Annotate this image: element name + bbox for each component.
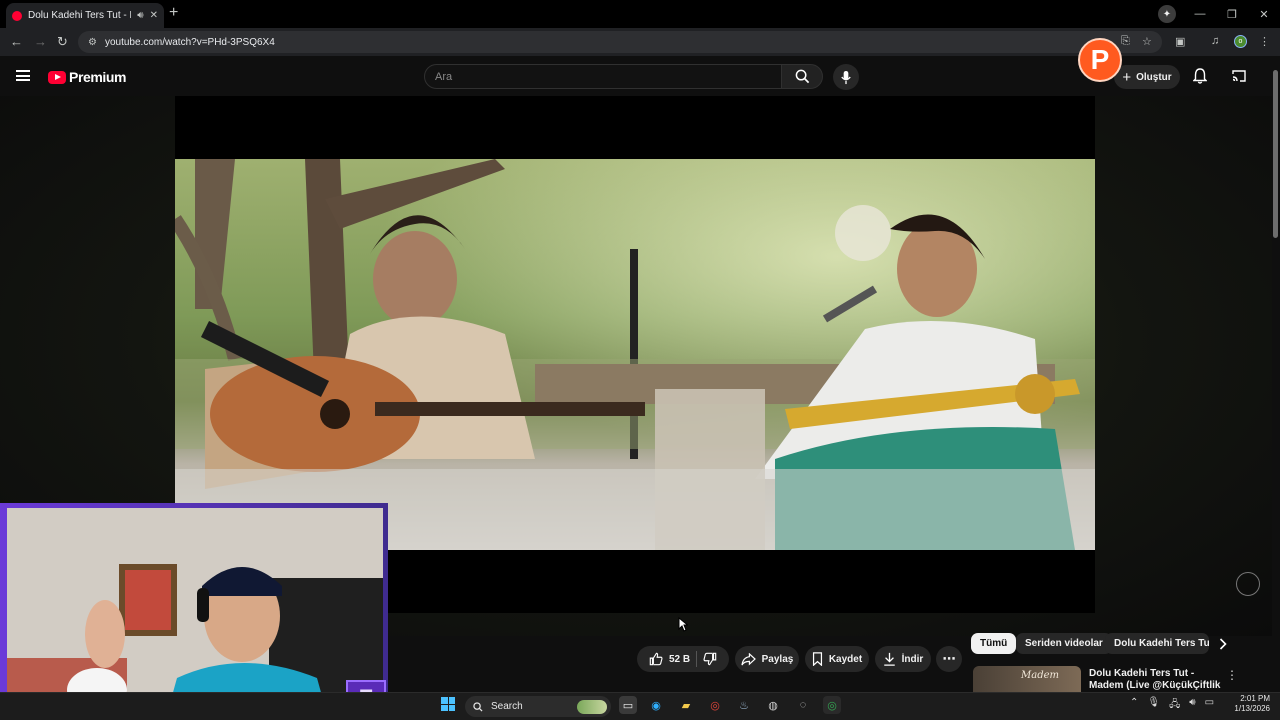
video-scene-image bbox=[175, 159, 1095, 550]
thumbs-up-icon bbox=[649, 652, 663, 666]
restore-icon[interactable]: ❐ bbox=[1216, 8, 1248, 21]
logo-text: Premium bbox=[69, 69, 127, 85]
save-label: Kaydet bbox=[828, 653, 863, 665]
thumbnail-caption: Madem bbox=[1021, 670, 1060, 681]
download-button[interactable]: İndir bbox=[875, 646, 931, 672]
tab-title: Dolu Kadehi Ters Tut - Dilen bbox=[28, 10, 131, 21]
related-video-title[interactable]: Dolu Kadehi Ters Tut - Madem (Live @Küçü… bbox=[1089, 668, 1221, 692]
taskbar-search-icon bbox=[473, 701, 483, 712]
like-count: 52 B bbox=[668, 653, 691, 665]
search-button[interactable] bbox=[781, 64, 823, 89]
more-horizontal-icon: ⋯ bbox=[942, 651, 956, 666]
forward-icon[interactable]: → bbox=[34, 34, 47, 49]
menu-kebab-icon[interactable]: ⋮ bbox=[1259, 35, 1270, 48]
volume-icon[interactable]: 🔊︎ bbox=[1189, 697, 1195, 714]
thumbs-down-icon[interactable] bbox=[703, 652, 717, 666]
chrome-active-icon[interactable]: ◎ bbox=[823, 696, 841, 714]
media-controls-icon[interactable]: ♫ bbox=[1211, 35, 1219, 47]
plus-icon: + bbox=[1122, 68, 1132, 86]
close-window-icon[interactable]: ✕ bbox=[1248, 8, 1280, 21]
minimize-icon[interactable]: — bbox=[1184, 8, 1216, 20]
voice-search-button[interactable] bbox=[833, 64, 859, 90]
search-highlight-image bbox=[577, 699, 607, 714]
mic-tray-icon[interactable]: 🎙︎ bbox=[1147, 697, 1160, 714]
browser-tab[interactable]: Dolu Kadehi Ters Tut - Dilen 🔊︎ ✕ bbox=[6, 3, 164, 28]
clock-time: 2:01 PM bbox=[1240, 694, 1270, 703]
save-button[interactable]: Kaydet bbox=[805, 646, 869, 672]
edge-icon[interactable]: ◉ bbox=[647, 696, 665, 714]
share-label: Paylaş bbox=[761, 653, 794, 665]
chrome-icon[interactable]: ◎ bbox=[706, 696, 724, 714]
taskbar-search-box[interactable]: Search bbox=[465, 696, 611, 717]
cast-icon[interactable] bbox=[1231, 69, 1247, 83]
scrollbar-thumb[interactable] bbox=[1273, 70, 1278, 238]
youtube-logo[interactable]: Premium bbox=[48, 69, 127, 85]
download-icon bbox=[883, 652, 895, 666]
install-app-icon[interactable]: ⎘ bbox=[1121, 35, 1130, 48]
network-icon[interactable]: 🖧︎ bbox=[1169, 697, 1180, 714]
side-panel-icon[interactable]: ▣ bbox=[1175, 35, 1185, 48]
related-video-menu-icon[interactable]: ⋮ bbox=[1226, 668, 1238, 682]
browser-tab-strip: Dolu Kadehi Ters Tut - Dilen 🔊︎ ✕ + ✦ — … bbox=[0, 0, 1280, 28]
create-button[interactable]: + Oluştur bbox=[1114, 65, 1180, 89]
mouse-cursor-icon bbox=[678, 617, 688, 632]
task-view-icon[interactable]: ▭ bbox=[619, 696, 637, 714]
clock-date: 1/13/2026 bbox=[1234, 704, 1270, 713]
speaker-icon[interactable]: 🔊︎ bbox=[137, 10, 143, 21]
microphone-icon bbox=[841, 70, 851, 84]
site-settings-icon[interactable]: ⚙ bbox=[88, 37, 97, 48]
chip-series[interactable]: Seriden videolar bbox=[1016, 633, 1112, 654]
search-placeholder: Ara bbox=[435, 70, 453, 83]
system-tray: ⌃ 🎙︎ 🖧︎ 🔊︎ ▭ bbox=[1130, 697, 1214, 714]
create-label: Oluştur bbox=[1136, 71, 1172, 83]
share-button[interactable]: Paylaş bbox=[735, 646, 799, 672]
chevron-right-icon bbox=[1219, 637, 1227, 650]
taskbar-clock[interactable]: 2:01 PM 1/13/2026 bbox=[1224, 694, 1270, 714]
more-actions-button[interactable]: ⋯ bbox=[936, 646, 962, 672]
like-button[interactable]: 52 B bbox=[649, 652, 690, 666]
tray-chevron-icon[interactable]: ⌃ bbox=[1130, 697, 1138, 714]
guide-menu-icon[interactable] bbox=[16, 70, 30, 81]
windows-taskbar bbox=[0, 692, 1280, 720]
chip-artist[interactable]: Dolu Kadehi Ters Tut bbox=[1105, 633, 1209, 654]
notifications-bell-icon[interactable] bbox=[1193, 68, 1207, 84]
bookmark-icon bbox=[812, 652, 822, 666]
windows-start-icon[interactable] bbox=[441, 697, 455, 711]
search-input[interactable]: Ara bbox=[424, 64, 782, 89]
close-tab-icon[interactable]: ✕ bbox=[150, 10, 158, 21]
chips-next-button[interactable] bbox=[1212, 633, 1234, 654]
like-divider bbox=[696, 651, 698, 667]
bookmark-star-icon[interactable]: ☆ bbox=[1142, 35, 1152, 48]
youtube-favicon-icon bbox=[12, 10, 22, 21]
like-dislike-group: 52 B bbox=[637, 646, 729, 672]
taskbar-search-label: Search bbox=[491, 701, 523, 712]
sparkle-icon[interactable]: ✦ bbox=[1158, 5, 1176, 23]
presenter-logo: P bbox=[1078, 38, 1122, 82]
obs-icon[interactable]: ◍ bbox=[764, 696, 782, 714]
profile-avatar[interactable]: o bbox=[1234, 35, 1247, 48]
file-explorer-icon[interactable]: ▰ bbox=[677, 696, 695, 714]
new-tab-button[interactable]: + bbox=[169, 4, 178, 22]
battery-icon[interactable]: ▭ bbox=[1205, 697, 1214, 714]
search-icon bbox=[795, 69, 809, 84]
youtube-play-icon bbox=[48, 70, 66, 84]
address-bar[interactable]: ⚙ youtube.com/watch?v=PHd-3PSQ6X4 bbox=[78, 31, 1162, 53]
window-controls: — ❐ ✕ bbox=[1184, 0, 1280, 28]
overlay-emblem-icon bbox=[1236, 572, 1260, 596]
webcam-feed bbox=[7, 508, 383, 714]
video-frame bbox=[175, 159, 1095, 550]
chip-all[interactable]: Tümü bbox=[971, 633, 1017, 654]
steam-icon[interactable]: ♨ bbox=[735, 696, 753, 714]
back-icon[interactable]: ← bbox=[10, 34, 23, 49]
url-text: youtube.com/watch?v=PHd-3PSQ6X4 bbox=[104, 36, 275, 48]
share-arrow-icon bbox=[741, 652, 756, 666]
related-video-thumbnail[interactable]: Madem bbox=[973, 666, 1081, 692]
app-icon[interactable]: ◌ bbox=[794, 696, 812, 714]
reload-icon[interactable]: ↻ bbox=[57, 34, 68, 50]
download-label: İndir bbox=[901, 653, 924, 665]
webcam-person-image bbox=[7, 508, 383, 714]
